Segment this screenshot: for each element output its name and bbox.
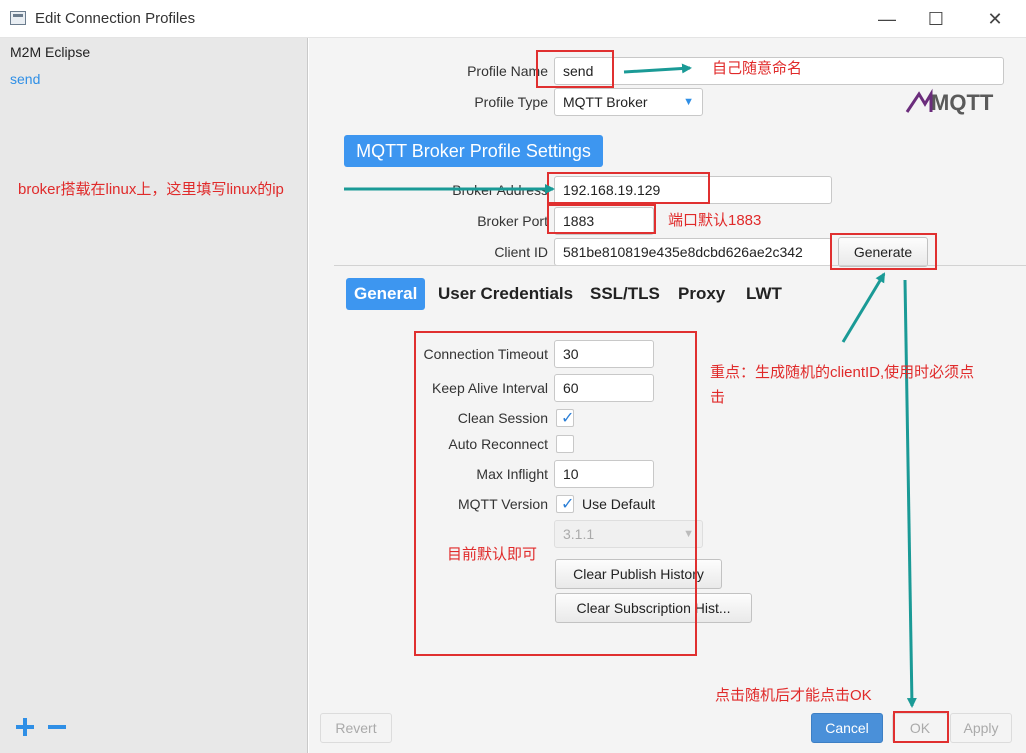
close-icon[interactable]: ✕ [984,8,1006,30]
broker-address-label: Broker Address [452,182,548,198]
maximize-icon[interactable]: ☐ [925,8,947,30]
client-id-label: Client ID [494,244,548,260]
apply-button[interactable]: Apply [950,713,1012,743]
client-id-input[interactable]: 581be810819e435e8dcbd626ae2c342 [554,238,832,266]
ok-note: 点击随机后才能点击OK [715,687,872,704]
tab-lwt[interactable]: LWT [746,278,782,310]
broker-settings-header: MQTT Broker Profile Settings [344,135,603,167]
general-settings-highlight [414,331,697,656]
mqtt-logo-text: MQTT [931,90,994,115]
profile-type-label: Profile Type [474,94,548,110]
profile-type-select[interactable]: MQTT Broker ▼ [554,88,703,116]
default-note: 目前默认即可 [447,546,538,563]
generate-note-line1: 重点：生成随机的clientID,使用时必须点 [710,364,975,381]
broker-port-label: Broker Port [477,213,548,229]
window-title: Edit Connection Profiles [35,10,196,27]
broker-port-highlight [547,204,656,234]
tab-proxy[interactable]: Proxy [678,278,725,310]
profile-name-label: Profile Name [467,63,548,79]
tab-ssl-tls[interactable]: SSL/TLS [590,278,660,310]
profile-name-note: 自己随意命名 [712,60,803,77]
mqtt-logo: MQTT [905,88,1005,116]
broker-address-highlight [547,172,710,204]
app-window-icon [10,11,26,25]
revert-button[interactable]: Revert [320,713,392,743]
plus-icon[interactable] [14,716,36,738]
cancel-button[interactable]: Cancel [811,713,883,743]
generate-note-line2: 击 [710,389,726,406]
tab-general[interactable]: General [346,278,426,310]
minimize-icon[interactable]: — [876,8,898,30]
profile-name-highlight [536,50,614,88]
tab-user-credentials[interactable]: User Credentials [438,278,573,310]
broker-port-note: 端口默认1883 [668,212,762,229]
ok-highlight [893,711,949,743]
chevron-down-icon: ▼ [683,96,694,108]
title-bar: Edit Connection Profiles — ☐ ✕ [0,0,1026,38]
sidebar-item-m2m-eclipse[interactable]: M2M Eclipse [10,44,90,60]
profile-type-value: MQTT Broker [563,94,648,110]
generate-highlight [830,233,937,270]
broker-address-note: broker搭载在linux上，这里填写linux的ip [18,181,284,198]
sidebar-item-send[interactable]: send [10,71,40,87]
profile-list-sidebar: M2M Eclipse send [0,38,308,753]
minus-icon[interactable] [46,716,68,738]
